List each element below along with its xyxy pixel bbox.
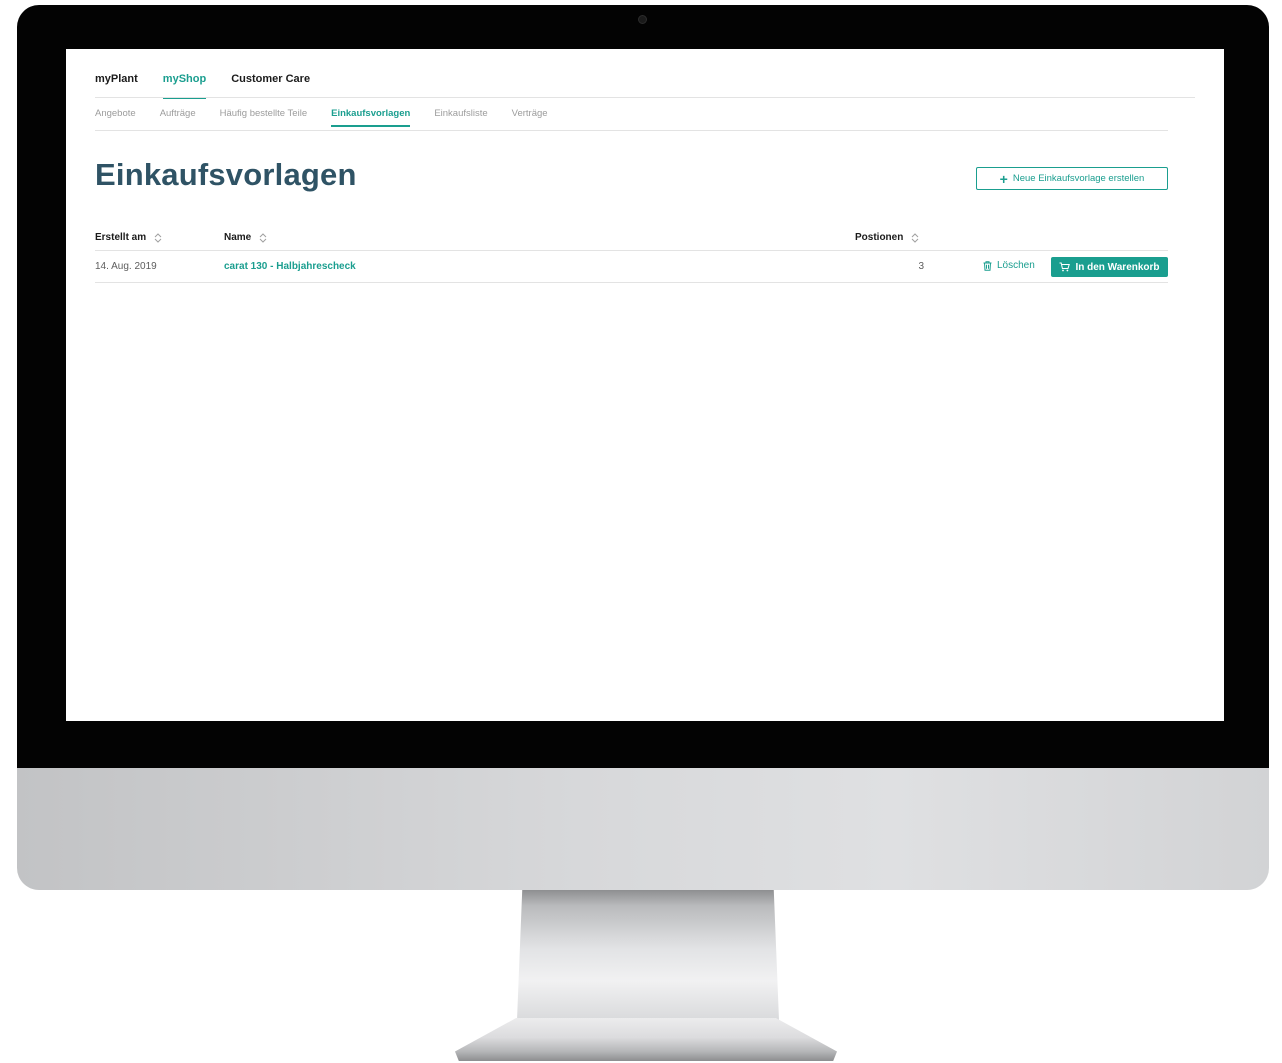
camera-icon xyxy=(638,15,647,24)
screen: myPlant myShop Customer Care Angebote Au… xyxy=(66,49,1224,721)
sub-nav: Angebote Aufträge Häufig bestellte Teile… xyxy=(95,108,572,127)
tab-angebote[interactable]: Angebote xyxy=(95,108,136,119)
top-nav: myPlant myShop Customer Care xyxy=(95,73,335,99)
sort-icon xyxy=(259,232,267,243)
column-header-positions[interactable]: Postionen xyxy=(855,232,919,243)
monitor-stand-neck xyxy=(517,890,779,1020)
cell-name-link[interactable]: carat 130 - Halbjahrescheck xyxy=(224,261,356,272)
trash-icon xyxy=(983,260,992,271)
delete-button-label: Löschen xyxy=(997,260,1035,271)
column-header-name-label: Name xyxy=(224,232,252,243)
tab-einkaufsvorlagen[interactable]: Einkaufsvorlagen xyxy=(331,108,411,127)
table-row-divider xyxy=(95,282,1168,283)
tab-vertraege[interactable]: Verträge xyxy=(512,108,548,119)
plus-icon: + xyxy=(999,170,1008,187)
top-nav-myshop[interactable]: myShop xyxy=(162,73,207,99)
tab-einkaufsliste[interactable]: Einkaufsliste xyxy=(434,108,487,119)
column-header-created[interactable]: Erstellt am xyxy=(95,232,162,243)
monitor-chin xyxy=(17,768,1269,890)
delete-button[interactable]: Löschen xyxy=(983,260,1035,271)
new-template-button-label: Neue Einkaufsvorlage erstellen xyxy=(1012,173,1145,184)
top-nav-myplant[interactable]: myPlant xyxy=(95,73,138,92)
page-title: Einkaufsvorlagen xyxy=(95,157,357,192)
add-to-cart-button[interactable]: In den Warenkorb xyxy=(1051,257,1168,277)
monitor-stand-base xyxy=(455,1018,837,1061)
cell-created: 14. Aug. 2019 xyxy=(95,261,157,272)
tab-haeufig-bestellte-teile[interactable]: Häufig bestellte Teile xyxy=(220,108,308,119)
column-header-created-label: Erstellt am xyxy=(95,232,147,243)
new-template-button[interactable]: + Neue Einkaufsvorlage erstellen xyxy=(976,167,1168,190)
sort-icon xyxy=(154,232,162,243)
column-header-name[interactable]: Name xyxy=(224,232,267,243)
add-to-cart-button-label: In den Warenkorb xyxy=(1075,261,1160,273)
top-nav-customer-care[interactable]: Customer Care xyxy=(231,73,310,92)
sub-nav-divider xyxy=(95,130,1168,131)
cell-positions: 3 xyxy=(918,261,924,272)
cart-icon xyxy=(1059,262,1071,272)
tab-auftraege[interactable]: Aufträge xyxy=(160,108,196,119)
sort-icon xyxy=(911,232,919,243)
column-header-positions-label: Postionen xyxy=(855,232,904,243)
table-header-divider xyxy=(95,250,1168,251)
top-nav-divider xyxy=(95,97,1195,98)
